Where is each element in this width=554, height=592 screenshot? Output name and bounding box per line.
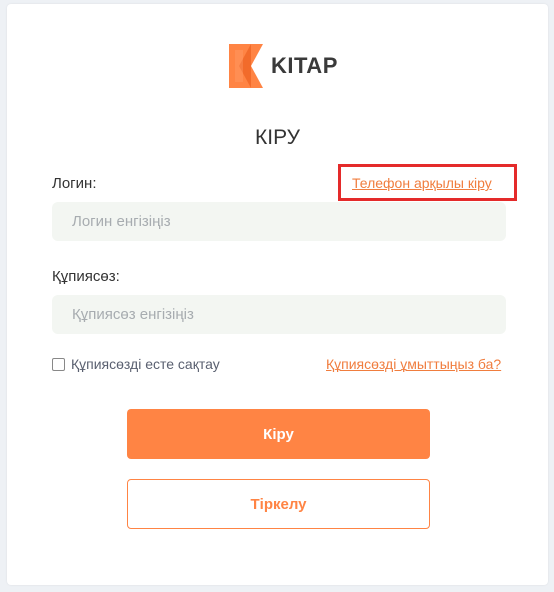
remember-me-checkbox[interactable] <box>52 357 65 371</box>
password-label: Құпиясөз: <box>52 268 120 285</box>
remember-me[interactable]: Құпиясөзді есте сақтау <box>52 356 220 372</box>
register-button[interactable]: Тіркелу <box>127 479 430 529</box>
login-button[interactable]: Кіру <box>127 409 430 459</box>
remember-me-label: Құпиясөзді есте сақтау <box>71 356 220 372</box>
password-input[interactable] <box>52 295 506 334</box>
page-title: КІРУ <box>255 126 300 149</box>
login-input[interactable] <box>52 202 506 241</box>
brand-logo: KITAP <box>229 44 338 88</box>
login-card: KITAP КІРУ Логин: Телефон арқылы кіру Құ… <box>7 4 548 585</box>
login-label: Логин: <box>52 175 97 192</box>
forgot-password-link[interactable]: Құпиясөзді ұмыттыңыз ба? <box>326 356 501 372</box>
kitap-logo-icon <box>229 44 265 88</box>
brand-name: KITAP <box>271 53 338 78</box>
phone-login-link[interactable]: Телефон арқылы кіру <box>352 175 492 191</box>
